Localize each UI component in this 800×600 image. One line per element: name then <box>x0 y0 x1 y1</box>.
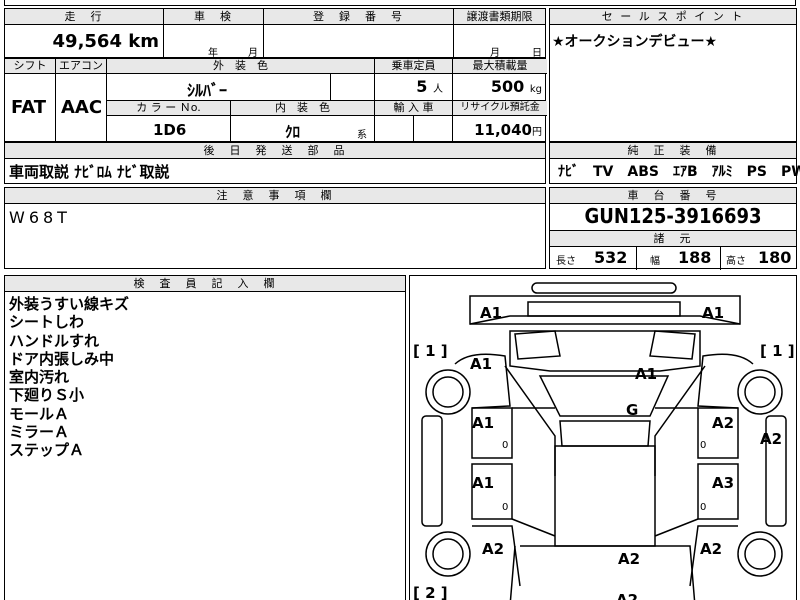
genuine-equipment-items: ﾅﾋﾞ TV ABS ｴｱB ｱﾙﾐ PS PW <box>558 164 800 180</box>
max-load-value: 500 kg <box>490 77 542 96</box>
chassis-value: GUN125-3916693 <box>584 204 762 228</box>
note-item: シートしわ <box>9 313 85 332</box>
note-item: ミラーＡ <box>9 423 70 442</box>
svg-text:0: 0 <box>700 502 706 513</box>
note-item: 室内汚れ <box>9 368 70 387</box>
sales-point-box: セ ー ル ス ポ イ ン ト ★オークションデビュー★ <box>549 8 797 142</box>
mileage-box: 走 行 49,564 km <box>4 8 164 58</box>
length-label: 長さ <box>556 256 576 267</box>
svg-text:0: 0 <box>502 440 508 451</box>
shift-value: FAT <box>11 97 47 118</box>
mark-a2-rear-left: A2 <box>482 540 505 558</box>
mark-a1-fender-left: A1 <box>470 355 493 373</box>
recycle-fee-value: 11,040円 <box>474 121 542 139</box>
height-value: 180 <box>758 248 792 267</box>
top-strip <box>4 0 796 6</box>
caution-header: 注 意 事 項 欄 <box>5 188 545 204</box>
recycle-fee-header: リサイクル預託金 <box>453 101 547 116</box>
inspector-notes: 外装うすい線キズ シートしわ ハンドルすれ ドア内張しみ中 室内汚れ 下廻りＳ小… <box>9 295 129 460</box>
inspection-year-label: 年 <box>208 48 218 59</box>
car-outline: 0 0 0 0 <box>421 282 787 600</box>
mark-a2-rear-center: A2 <box>618 550 641 568</box>
sales-point-header: セ ー ル ス ポ イ ン ト <box>550 9 796 25</box>
transfer-day-label: 日 <box>532 48 542 59</box>
mark-a1-hood: A1 <box>635 365 658 383</box>
inspection-month-label: 月 <box>248 48 258 59</box>
caution-text: W68T <box>9 208 71 227</box>
transfer-deadline-box: 譲渡書類期限 月 日 <box>453 8 546 59</box>
svg-text:0: 0 <box>502 502 508 513</box>
shipped-parts-header: 後 日 発 送 部 品 <box>5 143 545 159</box>
width-label: 幅 <box>650 256 660 267</box>
inspector-box: 検 査 員 記 入 欄 外装うすい線キズ シートしわ ハンドルすれ ドア内張しみ… <box>4 275 406 600</box>
caution-box: 注 意 事 項 欄 W68T <box>4 187 546 269</box>
genuine-equipment-header: 純 正 装 備 <box>550 143 796 159</box>
sales-point-text: ★オークションデビュー★ <box>552 34 718 50</box>
mark-a2-door-right-front: A2 <box>712 414 735 432</box>
mark-a1-front-right: A1 <box>702 304 725 322</box>
note-item: モールＡ <box>9 404 70 423</box>
transfer-deadline-header: 譲渡書類期限 <box>454 9 545 25</box>
inspector-header: 検 査 員 記 入 欄 <box>5 276 405 292</box>
color-no-header: カ ラ ー Ｎo. <box>107 101 230 116</box>
mark-a1-front-left: A1 <box>480 304 503 322</box>
mark-a1-door-left-front: A1 <box>472 414 495 432</box>
shift-header: シフト <box>5 59 55 74</box>
shipped-parts-box: 後 日 発 送 部 品 車両取説 ﾅﾋﾞﾛﾑ ﾅﾋﾞ取説 <box>4 142 546 184</box>
capacity-value: 5 人 <box>416 77 443 96</box>
mark-g-windshield: G <box>626 401 639 419</box>
note-item: ハンドルすれ <box>9 331 100 350</box>
interior-color-header: 内 装 色 <box>231 101 374 116</box>
mark-a3-door-right-rear: A3 <box>712 474 735 492</box>
mark-a2-rear-right: A2 <box>700 540 723 558</box>
note-item: ドア内張しみ中 <box>9 349 115 368</box>
inspection-header: 車 検 <box>164 9 263 25</box>
interior-color-value: ｸﾛ <box>285 123 301 141</box>
mark-bracket-left-1: [ 1 ] <box>413 342 448 360</box>
note-item: 下廻りＳ小 <box>9 386 85 405</box>
chassis-box: 車 台 番 号 GUN125-3916693 諸 元 長さ 532 幅 188 … <box>549 187 797 270</box>
transfer-month-label: 月 <box>490 48 500 59</box>
import-car-header: 輸 入 車 <box>375 101 452 116</box>
color-no-value: 1D6 <box>153 121 187 139</box>
mark-a2-side-right: A2 <box>760 430 783 448</box>
length-value: 532 <box>594 248 628 267</box>
specs-header: 諸 元 <box>550 230 796 247</box>
capacity-header: 乗車定員 <box>375 59 452 74</box>
height-label: 高さ <box>726 256 746 267</box>
inspection-box: 車 検 年 月 <box>163 8 264 59</box>
chassis-header: 車 台 番 号 <box>550 188 796 204</box>
note-item: ステップＡ <box>9 441 85 460</box>
note-item: 外装うすい線キズ <box>9 295 130 313</box>
exterior-color-header: 外 装 色 <box>107 59 374 74</box>
registration-header: 登 録 番 号 <box>264 9 453 25</box>
spec-grid: シフト FAT エアコン AAC 外 装 色 ｼﾙﾊﾞｰ 乗車定員 5 人 最大… <box>4 58 547 142</box>
car-diagram-box: 0 0 0 0 A1 A1 [ 1 ] [ 1 ] A1 A1 G A1 A2 … <box>409 275 797 600</box>
mark-a1-door-left-rear: A1 <box>472 474 495 492</box>
max-load-header: 最大積載量 <box>453 59 547 74</box>
aircon-value: AAC <box>61 97 103 118</box>
svg-text:0: 0 <box>700 440 706 451</box>
exterior-color-value: ｼﾙﾊﾞｰ <box>187 81 228 100</box>
mark-bracket-right-1: [ 1 ] <box>760 342 795 360</box>
shipped-parts-value: 車両取説 ﾅﾋﾞﾛﾑ ﾅﾋﾞ取説 <box>9 163 170 181</box>
mark-a2-bottom: A2 <box>616 591 639 600</box>
registration-box: 登 録 番 号 <box>263 8 454 58</box>
mileage-header: 走 行 <box>5 9 163 25</box>
genuine-equipment-box: 純 正 装 備 ﾅﾋﾞ TV ABS ｴｱB ｱﾙﾐ PS PW <box>549 142 800 184</box>
mileage-value: 49,564 km <box>52 31 159 52</box>
mark-bracket-left-2: [ 2 ] <box>413 584 448 600</box>
width-value: 188 <box>678 248 712 267</box>
interior-color-suffix: 系 <box>357 130 367 141</box>
aircon-header: エアコン <box>56 59 106 74</box>
